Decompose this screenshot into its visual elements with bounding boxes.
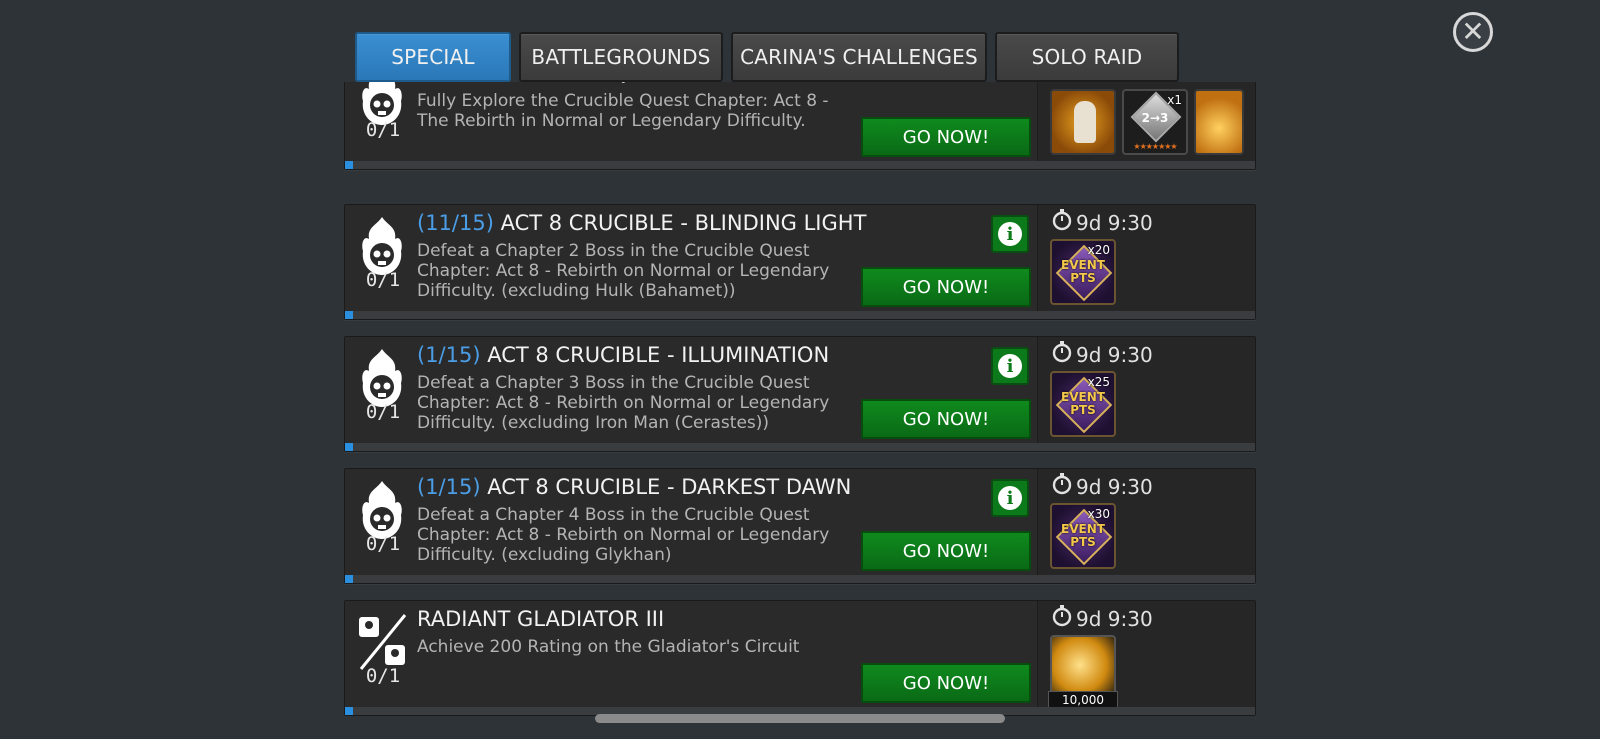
reward-label: 2→3: [1141, 111, 1169, 125]
tab-special[interactable]: SPECIAL: [355, 32, 511, 82]
reward-list: EVENT PTS x30: [1050, 503, 1116, 569]
timer-icon: [1052, 82, 1072, 86]
crystal-reward[interactable]: [1194, 89, 1244, 155]
go-now-button[interactable]: GO NOW!: [861, 663, 1031, 703]
timer-text: 9d 9:30: [1076, 210, 1153, 235]
reward-quantity: x20: [1087, 243, 1110, 257]
quest-progress-bar: [345, 311, 1255, 319]
timer-text: 9d 9:30: [1076, 342, 1153, 367]
quest-row: 0/1 RADIANT GLADIATOR III Achieve 200 Ra…: [344, 600, 1256, 716]
quest-progress-bar: [345, 443, 1255, 451]
quest-row: 0/1 (11/15) ACT 8 CRUCIBLE - BLINDING LI…: [344, 204, 1256, 320]
event-points-reward[interactable]: EVENT PTS x20: [1050, 239, 1116, 305]
quest-progress: 0/1: [365, 665, 401, 687]
info-button[interactable]: i: [991, 215, 1029, 253]
quest-progress: 0/1: [365, 401, 401, 423]
quest-timer: 9d 9:30: [1052, 605, 1153, 632]
reward-stars: ★★★★★★★: [1133, 142, 1177, 151]
tab-solo-raid[interactable]: SOLO RAID: [995, 32, 1179, 82]
quest-progress-bar: [345, 575, 1255, 583]
quest-description: Defeat a Chapter 3 Boss in the Crucible …: [417, 373, 830, 433]
reward-list: 2→3 ★★★★★★★ x1: [1050, 89, 1244, 155]
quest-description: Defeat a Chapter 2 Boss in the Crucible …: [417, 241, 830, 301]
quest-timer: 9d 9:30: [1052, 341, 1153, 368]
reward-quantity: x25: [1087, 375, 1110, 389]
info-icon: i: [998, 486, 1022, 510]
go-now-button[interactable]: GO NOW!: [861, 117, 1031, 157]
quest-title-text: ACT 8 CRUCIBLE - BLINDING LIGHT: [500, 211, 867, 235]
quest-progress: 0/1: [365, 269, 401, 291]
quest-list[interactable]: 0/1 ACT 8 CRUCIBLE - QUEST EXPLORATION F…: [344, 82, 1256, 716]
quest-step: (11/15): [417, 211, 494, 235]
reward-label: EVENT PTS: [1061, 258, 1105, 285]
event-points-reward[interactable]: EVENT PTS x30: [1050, 503, 1116, 569]
timer-text: 9d 9:30: [1076, 606, 1153, 631]
quest-description: Defeat a Chapter 4 Boss in the Crucible …: [417, 505, 830, 565]
close-icon: ✕: [1461, 15, 1485, 48]
tab-bar: SPECIAL BATTLEGROUNDS CARINA'S CHALLENGE…: [355, 32, 1179, 82]
reward-panel: 9d 9:30 10,000: [1037, 601, 1255, 709]
info-icon: i: [998, 222, 1022, 246]
reward-panel: 9d 9:30 EVENT PTS x30: [1037, 469, 1255, 575]
quest-timer: 9d 9:30: [1052, 473, 1153, 500]
quest-title-text: RADIANT GLADIATOR III: [417, 607, 665, 631]
reward-list: EVENT PTS x20: [1050, 239, 1116, 305]
reward-label: EVENT PTS: [1061, 390, 1105, 417]
go-now-button[interactable]: GO NOW!: [861, 267, 1031, 307]
quest-description: Achieve 200 Rating on the Gladiator's Ci…: [417, 637, 800, 657]
quest-title: (1/15) ACT 8 CRUCIBLE - DARKEST DAWN: [417, 475, 851, 499]
timer-text: 9d 9:30: [1076, 474, 1153, 499]
horizontal-scrollbar[interactable]: [595, 714, 1005, 723]
quest-timer: 9d 9:30: [1052, 82, 1153, 86]
timer-text: 9d 9:30: [1076, 82, 1153, 85]
quest-timer: 9d 9:30: [1052, 209, 1153, 236]
quest-progress-bar: [345, 161, 1255, 169]
close-button[interactable]: ✕: [1453, 12, 1493, 52]
go-now-button[interactable]: GO NOW!: [861, 531, 1031, 571]
go-now-button[interactable]: GO NOW!: [861, 399, 1031, 439]
reward-label: EVENT PTS: [1061, 522, 1105, 549]
quest-title-text: ACT 8 CRUCIBLE - QUEST EXPLORATION: [417, 82, 835, 85]
quest-progress: 0/1: [365, 119, 401, 141]
quest-title: ACT 8 CRUCIBLE - QUEST EXPLORATION: [417, 82, 835, 85]
info-button[interactable]: i: [991, 347, 1029, 385]
tab-carinas-challenges[interactable]: CARINA'S CHALLENGES: [731, 32, 987, 82]
reward-panel: 9d 9:30 EVENT PTS x20: [1037, 205, 1255, 311]
quest-row: 0/1 (1/15) ACT 8 CRUCIBLE - DARKEST DAWN…: [344, 468, 1256, 584]
timer-icon: [1052, 209, 1072, 236]
quest-title: (1/15) ACT 8 CRUCIBLE - ILLUMINATION: [417, 343, 829, 367]
timer-icon: [1052, 473, 1072, 500]
quest-title-text: ACT 8 CRUCIBLE - ILLUMINATION: [487, 343, 830, 367]
rank-up-gem-reward[interactable]: 2→3 ★★★★★★★ x1: [1122, 89, 1188, 155]
reward-quantity: x30: [1087, 507, 1110, 521]
reward-panel: 9d 9:30 2→3 ★★★★★★★ x1: [1037, 82, 1255, 161]
event-points-reward[interactable]: EVENT PTS x25: [1050, 371, 1116, 437]
reward-list: EVENT PTS x25: [1050, 371, 1116, 437]
tab-battlegrounds[interactable]: BATTLEGROUNDS: [519, 32, 723, 82]
quest-step: (1/15): [417, 343, 481, 367]
timer-icon: [1052, 341, 1072, 368]
quest-description: Fully Explore the Crucible Quest Chapter…: [417, 91, 829, 131]
quest-title: (11/15) ACT 8 CRUCIBLE - BLINDING LIGHT: [417, 211, 866, 235]
timer-icon: [1052, 605, 1072, 632]
info-icon: i: [998, 354, 1022, 378]
quest-title: RADIANT GLADIATOR III: [417, 607, 664, 631]
reward-panel: 9d 9:30 EVENT PTS x25: [1037, 337, 1255, 443]
quest-title-text: ACT 8 CRUCIBLE - DARKEST DAWN: [487, 475, 852, 499]
quest-row: 0/1 (1/15) ACT 8 CRUCIBLE - ILLUMINATION…: [344, 336, 1256, 452]
info-button[interactable]: i: [991, 479, 1029, 517]
champion-reward[interactable]: [1050, 89, 1116, 155]
quest-progress: 0/1: [365, 533, 401, 555]
reward-quantity: x1: [1167, 93, 1182, 107]
quest-row: 0/1 ACT 8 CRUCIBLE - QUEST EXPLORATION F…: [344, 82, 1256, 170]
quest-step: (1/15): [417, 475, 481, 499]
